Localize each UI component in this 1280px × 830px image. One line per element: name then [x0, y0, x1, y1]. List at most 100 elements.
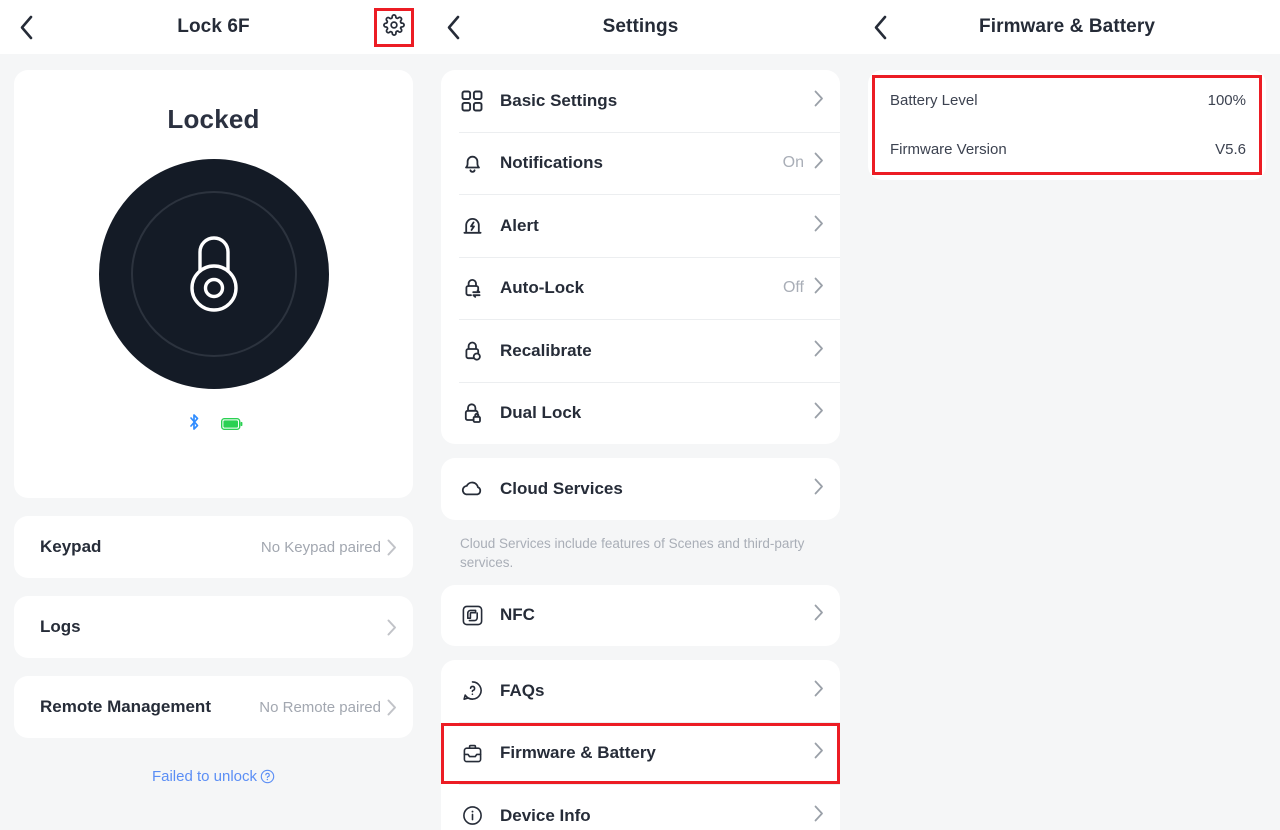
page-title: Settings	[602, 16, 679, 37]
settings-item-auto-lock[interactable]: Auto-Lock Off	[441, 258, 840, 320]
battery-level-label: Battery Level	[890, 92, 978, 109]
remote-management-row[interactable]: Remote Management No Remote paired	[14, 676, 413, 738]
chevron-left-icon	[446, 15, 461, 40]
settings-item-label: Alert	[500, 215, 539, 235]
chevron-right-icon	[814, 604, 824, 626]
cloud-icon	[457, 476, 487, 502]
page-title: Firmware & Battery	[978, 16, 1156, 37]
chevron-right-icon	[387, 619, 397, 636]
settings-item-basic-settings[interactable]: Basic Settings	[441, 70, 840, 132]
panel-lock-detail: Lock 6F Locked Keypad No Keypad paired L…	[0, 0, 427, 830]
settings-item-label: Device Info	[500, 805, 591, 825]
back-button[interactable]	[431, 0, 475, 54]
chevron-right-icon	[814, 402, 824, 424]
settings-item-label: NFC	[500, 605, 535, 625]
lock-status-indicators	[14, 413, 413, 431]
three-panel-screenshot: Lock 6F Locked Keypad No Keypad paired L…	[0, 0, 1280, 830]
lock-status-text: Locked	[167, 104, 260, 134]
firmware-case-icon	[457, 740, 487, 766]
keypad-label: Keypad	[40, 537, 102, 556]
chevron-right-icon	[387, 539, 397, 556]
grid-icon	[457, 88, 487, 114]
settings-group-cloud: Cloud Services	[441, 458, 840, 520]
keypad-value: No Keypad paired	[260, 538, 381, 556]
panel-settings: Settings Basic Settings Notifications On…	[427, 0, 854, 830]
bell-icon	[457, 150, 487, 176]
firmware-body: Battery Level 100% Firmware Version V5.6	[854, 54, 1280, 180]
settings-item-label: Basic Settings	[500, 90, 618, 110]
remote-management-value: No Remote paired	[259, 698, 381, 716]
settings-gear-button[interactable]	[374, 8, 414, 47]
settings-item-label: Dual Lock	[500, 403, 582, 423]
settings-group-general: Basic Settings Notifications On Alert Au…	[441, 70, 840, 444]
logs-row[interactable]: Logs	[14, 596, 413, 658]
chevron-right-icon	[814, 277, 824, 299]
lock-status-card: Locked	[14, 70, 413, 498]
settings-item-notifications[interactable]: Notifications On	[441, 133, 840, 195]
settings-item-label: Firmware & Battery	[500, 743, 656, 763]
firmware-info-card: Battery Level 100% Firmware Version V5.6	[868, 70, 1266, 180]
lock-header-bar: Lock 6F	[0, 0, 427, 54]
failed-to-unlock-label: Failed to unlock	[151, 768, 258, 785]
logs-label: Logs	[40, 617, 81, 636]
settings-item-recalibrate[interactable]: Recalibrate	[441, 320, 840, 382]
remote-management-label: Remote Management	[40, 697, 211, 716]
recalibrate-lock-icon	[457, 338, 487, 364]
chevron-right-icon	[814, 680, 824, 702]
auto-lock-icon	[457, 275, 487, 301]
cloud-services-note: Cloud Services include features of Scene…	[460, 535, 805, 571]
back-button[interactable]	[858, 0, 902, 54]
chevron-right-icon	[814, 742, 824, 764]
settings-group-nfc: NFC	[441, 584, 840, 647]
settings-item-alert[interactable]: Alert	[441, 195, 840, 257]
settings-item-label: Recalibrate	[500, 340, 592, 360]
chevron-left-icon	[873, 15, 888, 40]
battery-level-row: Battery Level 100%	[868, 76, 1266, 125]
nfc-icon	[457, 602, 487, 628]
settings-body: Basic Settings Notifications On Alert Au…	[427, 54, 854, 830]
settings-header-bar: Settings	[427, 0, 854, 54]
keypad-row[interactable]: Keypad No Keypad paired	[14, 516, 413, 578]
settings-item-value: Off	[782, 279, 804, 297]
panel-firmware-battery: Firmware & Battery Battery Level 100% Fi…	[854, 0, 1280, 830]
chevron-left-icon	[19, 15, 34, 40]
chevron-right-icon	[387, 699, 397, 716]
settings-group-help: FAQs Firmware & Battery Device Info	[441, 660, 840, 830]
alert-siren-icon	[457, 213, 487, 239]
settings-item-label: Notifications	[500, 153, 603, 173]
chevron-right-icon	[814, 340, 824, 362]
settings-item-label: Cloud Services	[500, 478, 623, 498]
settings-item-dual-lock[interactable]: Dual Lock	[441, 383, 840, 445]
chevron-right-icon	[814, 215, 824, 237]
firmware-version-row: Firmware Version V5.6	[868, 125, 1266, 174]
settings-item-label: Auto-Lock	[500, 278, 585, 298]
settings-item-faqs[interactable]: FAQs	[441, 660, 840, 722]
battery-full-icon	[220, 417, 242, 430]
settings-item-nfc[interactable]: NFC	[441, 585, 840, 647]
bluetooth-icon	[187, 413, 201, 431]
battery-level-value: 100%	[1207, 92, 1246, 109]
settings-item-device-info[interactable]: Device Info	[441, 785, 840, 830]
chevron-right-icon	[814, 478, 824, 500]
lock-panel-body: Locked Keypad No Keypad paired Logs Remo…	[0, 54, 427, 785]
dual-lock-icon	[457, 400, 487, 426]
firmware-version-label: Firmware Version	[890, 141, 1007, 158]
settings-item-cloud-services[interactable]: Cloud Services	[441, 458, 840, 520]
chevron-right-icon	[814, 805, 824, 827]
page-title: Lock 6F	[177, 16, 250, 37]
lock-toggle-button[interactable]	[14, 159, 413, 389]
chevron-right-icon	[814, 152, 824, 174]
settings-item-label: FAQs	[500, 680, 545, 700]
question-circle-icon	[260, 769, 275, 784]
settings-item-firmware-battery[interactable]: Firmware & Battery	[441, 722, 840, 785]
firmware-header-bar: Firmware & Battery	[854, 0, 1280, 54]
settings-item-value: On	[782, 154, 804, 172]
firmware-version-value: V5.6	[1215, 141, 1246, 158]
back-button[interactable]	[4, 0, 48, 54]
info-circle-icon	[457, 803, 487, 829]
failed-to-unlock-link[interactable]: Failed to unlock	[0, 768, 427, 785]
padlock-icon	[178, 226, 250, 323]
faq-bubble-icon	[457, 678, 487, 704]
chevron-right-icon	[814, 90, 824, 112]
gear-icon	[383, 14, 405, 41]
